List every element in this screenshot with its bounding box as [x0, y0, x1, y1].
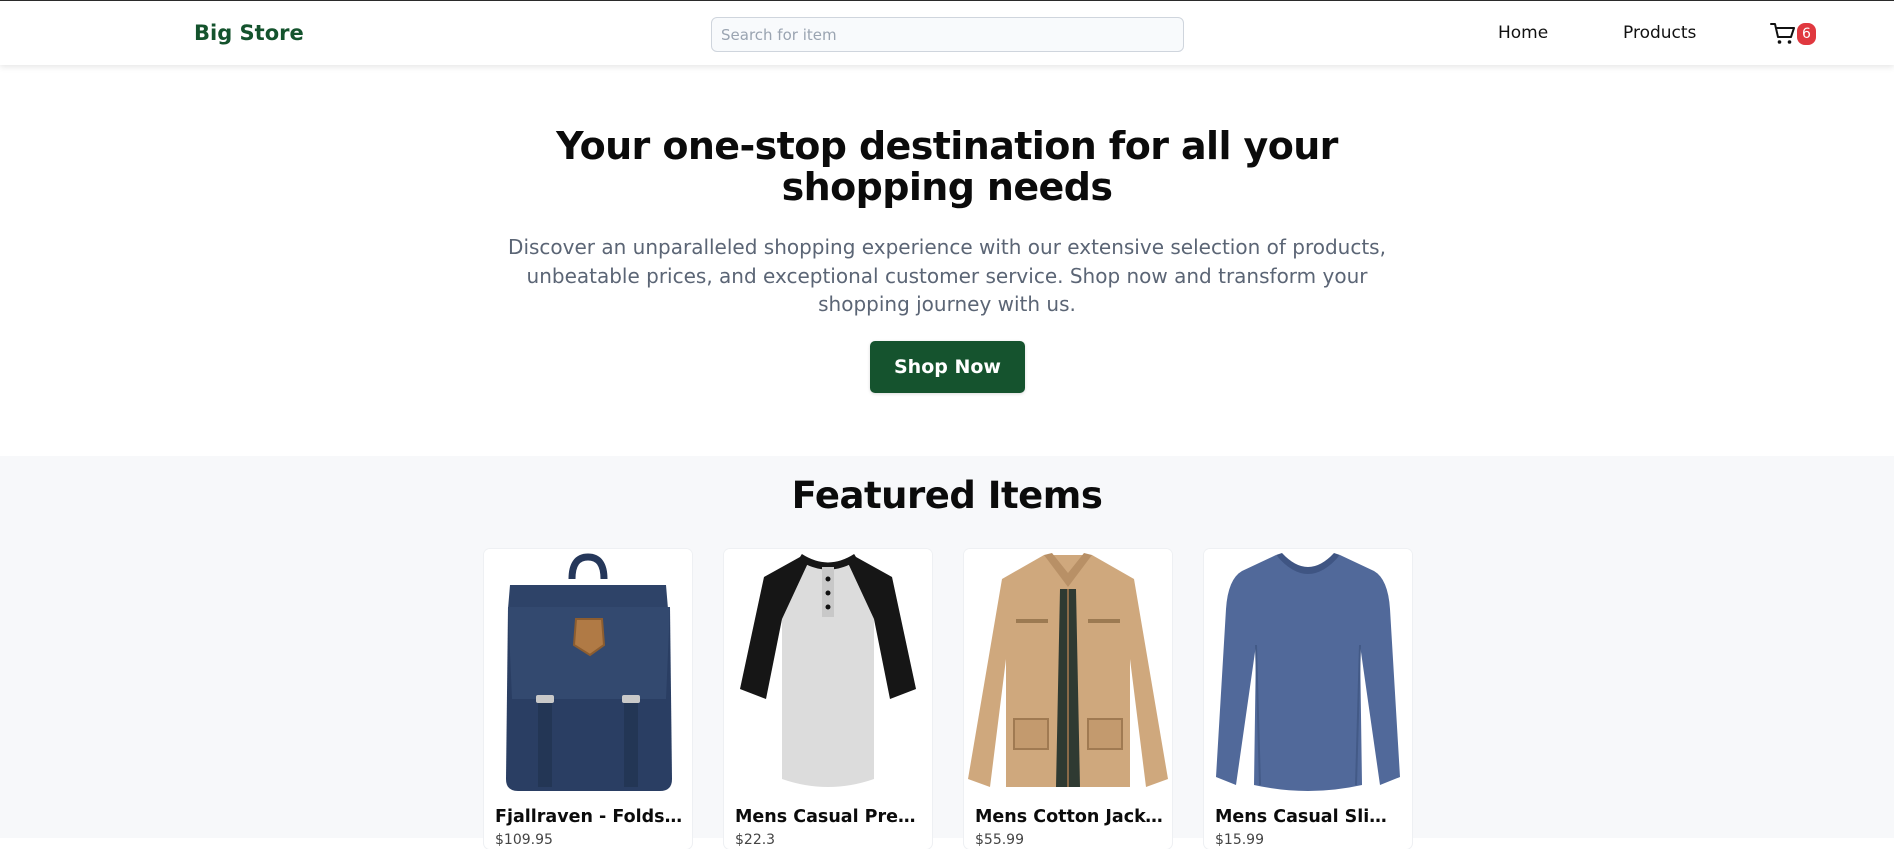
cotton-jacket-image	[964, 549, 1172, 799]
hero-title: Your one-stop destination for all your s…	[556, 124, 1338, 209]
shop-now-button[interactable]: Shop Now	[870, 341, 1025, 393]
cart-button[interactable]: 6	[1770, 20, 1818, 50]
product-name: Fjallraven - Foldsack No. 1 Backpack, Fi…	[495, 807, 683, 827]
product-card[interactable]: Mens Casual Slim Fit $15.99	[1204, 549, 1412, 849]
featured-title: Featured Items	[791, 474, 1103, 517]
hero-subtitle: Discover an unparalleled shopping experi…	[508, 235, 1386, 316]
shopping-cart-icon	[1770, 23, 1795, 44]
product-price: $55.99	[975, 832, 1024, 848]
nav-link-home[interactable]: Home	[1498, 23, 1548, 43]
product-price: $15.99	[1215, 832, 1264, 848]
product-card[interactable]: Mens Casual Premium Slim Fit T-Shirts $2…	[724, 549, 932, 849]
raglan-tshirt-image	[724, 549, 932, 799]
backpack-image	[484, 549, 692, 799]
cart-count-badge: 6	[1797, 23, 1816, 45]
nav-link-products[interactable]: Products	[1623, 23, 1696, 43]
product-price: $22.3	[735, 832, 776, 848]
featured-section: Featured Items Fjallraven - Foldsack No.…	[0, 456, 1894, 849]
product-card[interactable]: Mens Cotton Jacket $55.99	[964, 549, 1172, 849]
product-name: Mens Cotton Jacket	[975, 807, 1163, 827]
top-navbar: Big Store Home Products 6	[0, 0, 1894, 65]
product-price: $109.95	[495, 832, 553, 848]
product-name: Mens Casual Premium Slim Fit T-Shirts	[735, 807, 923, 827]
brand-logo[interactable]: Big Store	[194, 21, 304, 45]
product-card[interactable]: Fjallraven - Foldsack No. 1 Backpack, Fi…	[484, 549, 692, 849]
product-name: Mens Casual Slim Fit	[1215, 807, 1403, 827]
long-sleeve-shirt-image	[1204, 549, 1412, 799]
search-input[interactable]	[711, 17, 1184, 52]
